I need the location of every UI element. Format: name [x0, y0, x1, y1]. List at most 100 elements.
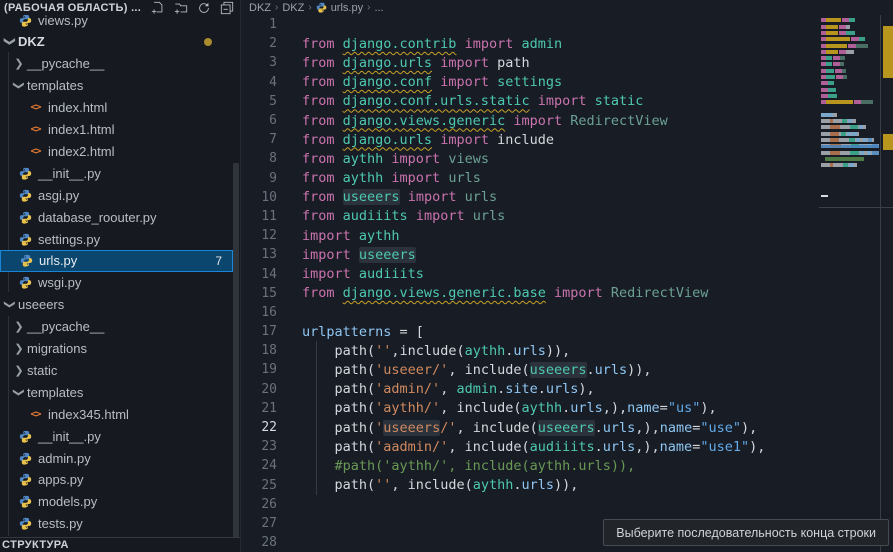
- breadcrumb-item[interactable]: DKZ: [249, 2, 271, 14]
- chevron-down-icon[interactable]: ❯: [13, 384, 26, 400]
- code-line[interactable]: 10from useeers import urls: [241, 188, 893, 207]
- code-line[interactable]: 2from django.contrib import admin: [241, 34, 893, 53]
- line-number: 1: [241, 17, 277, 32]
- folder-item--pycache-[interactable]: ❯__pycache__: [0, 53, 233, 75]
- line-number: 14: [241, 267, 277, 282]
- line-number: 9: [241, 171, 277, 186]
- new-folder-icon[interactable]: [174, 1, 188, 15]
- breadcrumb-item[interactable]: urls.py: [331, 2, 363, 14]
- code-line[interactable]: 11from audiiits import urls: [241, 207, 893, 226]
- minimap-line: [821, 25, 850, 29]
- code-text: import aythh: [302, 228, 400, 244]
- chevron-down-icon[interactable]: ❯: [13, 78, 26, 94]
- code-line[interactable]: 5from django.conf.urls.static import sta…: [241, 92, 893, 111]
- code-line[interactable]: 20 path('admin/', admin.site.urls),: [241, 380, 893, 399]
- breadcrumb-item[interactable]: DKZ: [282, 2, 304, 14]
- code-text: path('useeers/', include(useeers.urls,),…: [302, 420, 757, 436]
- python-icon: [19, 517, 32, 530]
- file-item-tests-py[interactable]: tests.py: [0, 513, 233, 535]
- file-item-admin-py[interactable]: admin.py: [0, 447, 233, 469]
- folder-item-useeers[interactable]: ❯useeers: [0, 294, 233, 316]
- folder-item--pycache-[interactable]: ❯__pycache__: [0, 316, 233, 338]
- code-text: from aythh import views: [302, 151, 489, 167]
- explorer-actions: [151, 1, 234, 15]
- code-line[interactable]: 1: [241, 15, 893, 34]
- code-line[interactable]: 14import audiiits: [241, 264, 893, 283]
- overview-ruler[interactable]: [880, 0, 893, 552]
- chevron-right-icon[interactable]: ❯: [11, 320, 27, 333]
- new-file-icon[interactable]: [151, 1, 165, 15]
- outline-title: СТРУКТУРА: [0, 539, 69, 551]
- code-line[interactable]: 24 #path('aythh/', include(aythh.urls)),: [241, 456, 893, 475]
- file-item-asgi-py[interactable]: asgi.py: [0, 184, 233, 206]
- file-item-settings-py[interactable]: settings.py: [0, 228, 233, 250]
- minimap-line: [821, 69, 846, 73]
- code-line[interactable]: 13import useeers: [241, 245, 893, 264]
- python-file-icon: [18, 166, 33, 181]
- breadcrumb-item[interactable]: ...: [374, 2, 383, 14]
- file-item-index2-html[interactable]: <>index2.html: [0, 140, 233, 162]
- explorer-section-header[interactable]: (РАБОЧАЯ ОБЛАСТЬ) ...: [0, 0, 240, 15]
- minimap-line: [821, 113, 837, 117]
- folder-item-migrations[interactable]: ❯migrations: [0, 338, 233, 360]
- code-line[interactable]: 16: [241, 303, 893, 322]
- code-line[interactable]: 7from django.urls import include: [241, 130, 893, 149]
- code-lines[interactable]: 1 2from django.contrib import admin3from …: [241, 15, 893, 552]
- code-text: from useeers import urls: [302, 189, 497, 205]
- minimap[interactable]: [821, 12, 879, 202]
- chevron-right-icon[interactable]: ❯: [11, 57, 27, 70]
- folder-item-static[interactable]: ❯static: [0, 359, 233, 381]
- code-line[interactable]: 8from aythh import views: [241, 149, 893, 168]
- file-item-index-html[interactable]: <> index.html: [0, 97, 233, 119]
- file-item--init-py[interactable]: __init__.py: [0, 425, 233, 447]
- vscode-window: views.py❯DKZ❯__pycache__❯templates<>inde…: [0, 0, 893, 552]
- line-number: 13: [241, 247, 277, 262]
- tree-item-label: index.html: [48, 100, 107, 115]
- folder-item-templates[interactable]: ❯templates: [0, 381, 233, 403]
- file-item--init-py[interactable]: __init__.py: [0, 162, 233, 184]
- chevron-right-icon[interactable]: ❯: [11, 342, 27, 355]
- code-line[interactable]: 9from aythh import urls: [241, 169, 893, 188]
- file-item-index345-html[interactable]: <>index345.html: [0, 403, 233, 425]
- code-line[interactable]: 15from django.views.generic.base import …: [241, 284, 893, 303]
- minimap-cursor-mark: [821, 195, 828, 197]
- sidebar-scrollbar[interactable]: [233, 163, 239, 543]
- minimap-line: [821, 31, 855, 35]
- file-item-urls-py[interactable]: urls.py7: [0, 250, 233, 272]
- outline-section-header[interactable]: СТРУКТУРА: [0, 537, 240, 552]
- code-line[interactable]: 17urlpatterns = [: [241, 322, 893, 341]
- folder-item-templates[interactable]: ❯templates: [0, 75, 233, 97]
- code-line[interactable]: 12import aythh: [241, 226, 893, 245]
- html-file-icon: <>: [28, 100, 43, 115]
- minimap-line: [821, 132, 859, 136]
- chevron-down-icon[interactable]: ❯: [4, 297, 17, 313]
- python-file-icon: [19, 253, 34, 268]
- python-icon: [19, 233, 32, 246]
- code-line[interactable]: 19 path('useeer/', include(useeers.urls)…: [241, 360, 893, 379]
- file-item-index1-html[interactable]: <>index1.html: [0, 119, 233, 141]
- code-line[interactable]: 18 path('',include(aythh.urls)),: [241, 341, 893, 360]
- collapse-all-icon[interactable]: [220, 1, 234, 15]
- code-line[interactable]: 4from django.conf import settings: [241, 73, 893, 92]
- refresh-icon[interactable]: [197, 1, 211, 15]
- breadcrumb-separator-icon: ›: [308, 2, 311, 13]
- code-line[interactable]: 22 path('useeers/', include(useeers.urls…: [241, 418, 893, 437]
- file-item-database-roouter-py[interactable]: database_roouter.py: [0, 206, 233, 228]
- code-line[interactable]: 25 path('', include(aythh.urls)),: [241, 476, 893, 495]
- code-line[interactable]: 21 path('aythh/', include(aythh.urls,),n…: [241, 399, 893, 418]
- file-item-wsgi-py[interactable]: wsgi.py: [0, 272, 233, 294]
- code-line[interactable]: 6from django.views.generic import Redire…: [241, 111, 893, 130]
- folder-item-dkz[interactable]: ❯DKZ: [0, 31, 233, 53]
- code-line[interactable]: 3from django.urls import path: [241, 53, 893, 72]
- chevron-right-icon[interactable]: ❯: [11, 364, 27, 377]
- minimap-line: [821, 18, 855, 22]
- problems-badge: 7: [215, 254, 222, 268]
- code-line[interactable]: 26: [241, 495, 893, 514]
- code-line[interactable]: 23 path('aadmin/', include(audiiits.urls…: [241, 437, 893, 456]
- code-text: path('aadmin/', include(audiiits.urls,),…: [302, 439, 765, 455]
- file-item-models-py[interactable]: models.py: [0, 491, 233, 513]
- line-number: 26: [241, 497, 277, 512]
- tree-item-label: asgi.py: [38, 188, 79, 203]
- file-item-apps-py[interactable]: apps.py: [0, 469, 233, 491]
- chevron-down-icon[interactable]: ❯: [4, 34, 17, 50]
